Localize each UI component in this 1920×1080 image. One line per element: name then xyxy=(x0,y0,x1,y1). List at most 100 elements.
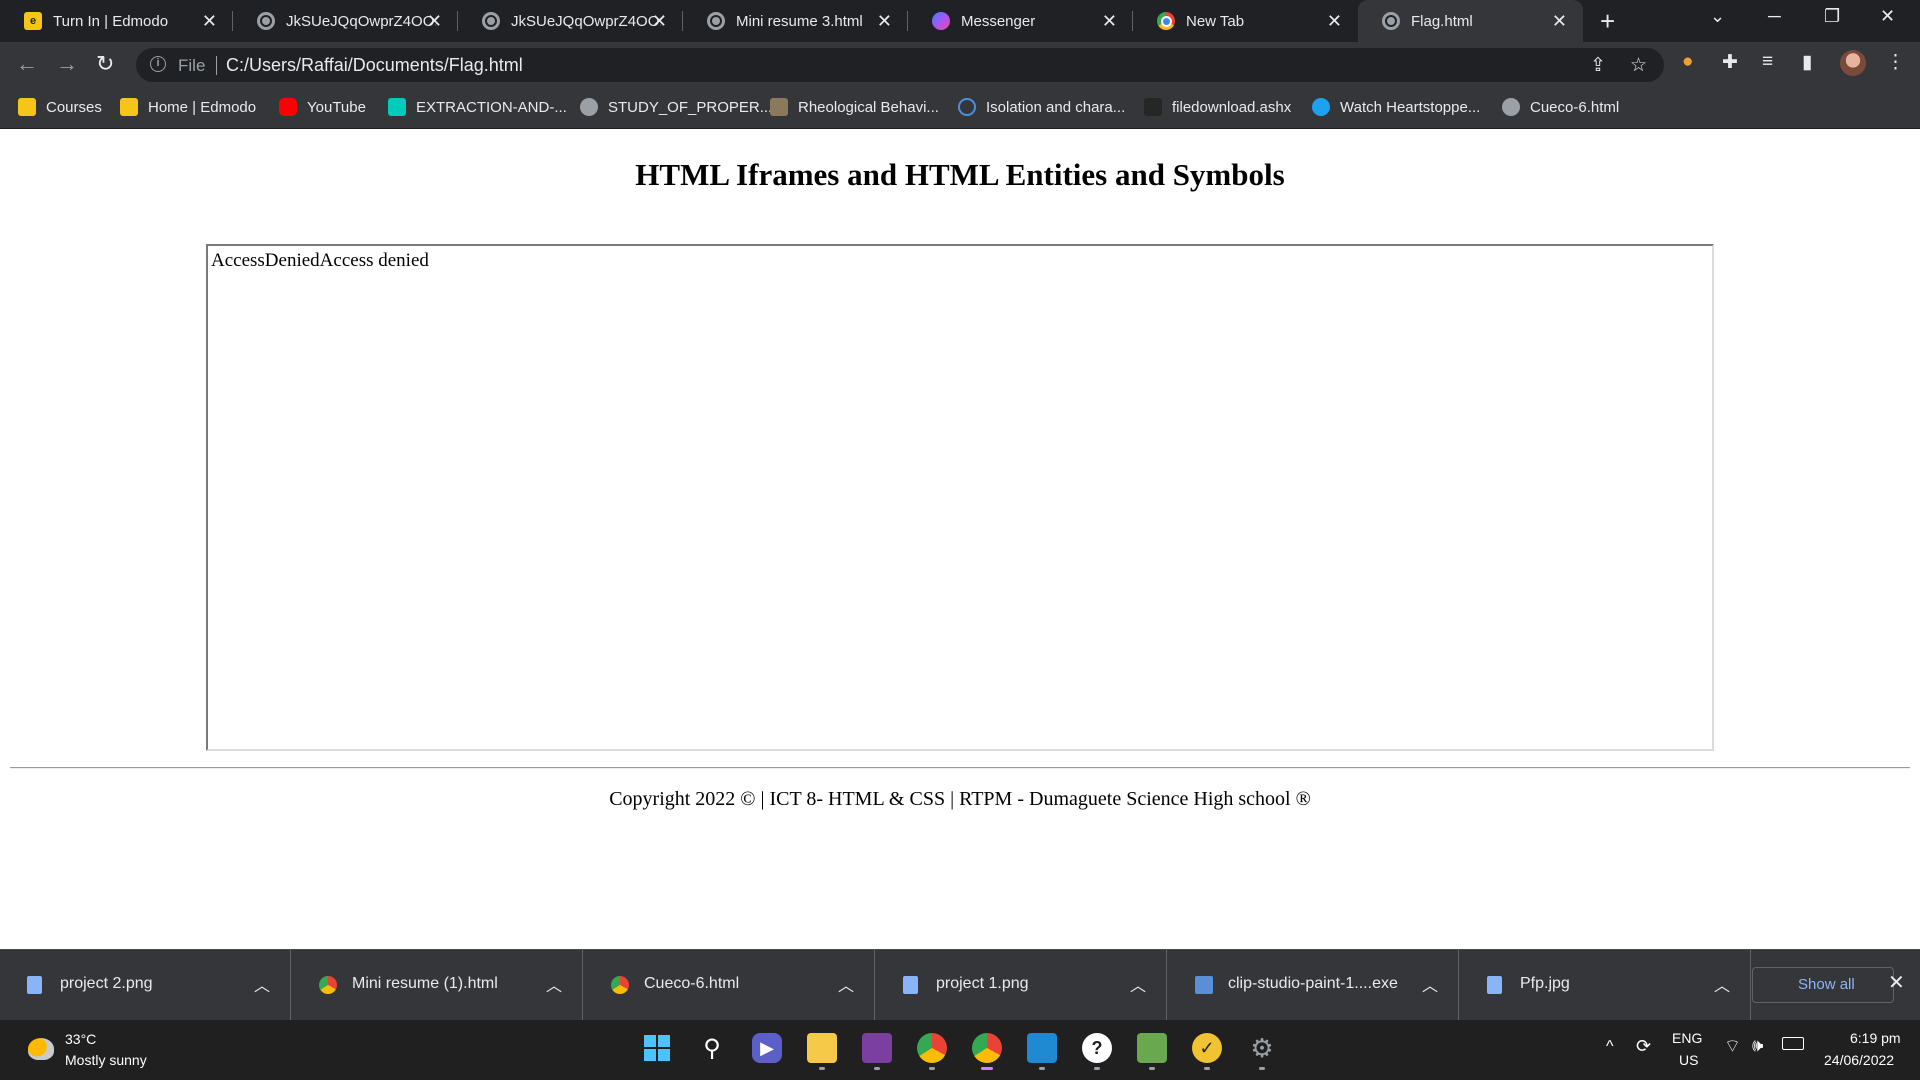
side-panel-icon[interactable]: ▮ xyxy=(1802,51,1812,74)
bookmark-rheological[interactable]: Rheological Behavi... xyxy=(770,98,939,116)
restore-button[interactable]: ❐ xyxy=(1824,6,1840,27)
media-queue-icon[interactable]: ≡ xyxy=(1762,51,1773,73)
tab-title: JkSUeJQqOwprZ4OO... xyxy=(286,12,436,30)
reload-button[interactable]: ↻ xyxy=(96,51,114,77)
download-item[interactable]: clip-studio-paint-1....exe ︿ xyxy=(1168,950,1459,1021)
wifi-icon[interactable]: ⌔ xyxy=(1724,1035,1741,1058)
chevron-up-icon[interactable]: ^ xyxy=(1606,1038,1614,1056)
volume-icon[interactable]: 🕪 xyxy=(1752,1035,1763,1056)
region-label[interactable]: US xyxy=(1679,1052,1698,1068)
minimize-button[interactable]: ─ xyxy=(1768,6,1781,27)
back-button[interactable]: ← xyxy=(16,51,38,77)
address-bar[interactable]: i File C:/Users/Raffai/Documents/Flag.ht… xyxy=(136,48,1664,82)
teams-chat-icon[interactable]: ▶ xyxy=(752,1033,782,1063)
embedded-iframe[interactable]: AccessDeniedAccess denied xyxy=(206,244,1714,751)
chrome-icon xyxy=(1157,12,1175,30)
clipchamp-icon[interactable] xyxy=(862,1033,892,1070)
running-indicator xyxy=(1094,1067,1100,1070)
globe-icon xyxy=(482,12,500,30)
weather-sun-icon[interactable] xyxy=(28,1038,54,1060)
tab-flag-active[interactable]: Flag.html ✕ xyxy=(1358,0,1583,42)
download-item[interactable]: Mini resume (1).html ︿ xyxy=(292,950,583,1021)
close-icon[interactable]: ✕ xyxy=(427,11,442,31)
chevron-up-icon[interactable]: ︿ xyxy=(254,972,270,996)
bookmark-courses[interactable]: Courses xyxy=(18,98,102,116)
running-indicator xyxy=(874,1067,880,1070)
sync-icon[interactable]: ⟳ xyxy=(1636,1036,1651,1057)
bookmark-label: STUDY_OF_PROPER... xyxy=(608,98,773,116)
chevron-up-icon[interactable]: ︿ xyxy=(1422,972,1438,996)
clock-time[interactable]: 6:19 pm xyxy=(1850,1030,1901,1046)
show-all-downloads-button[interactable]: Show all xyxy=(1752,967,1894,1003)
messenger-icon xyxy=(932,12,950,30)
clip-studio-icon[interactable]: ? xyxy=(1082,1033,1112,1070)
weather-description[interactable]: Mostly sunny xyxy=(65,1052,147,1068)
close-icon[interactable]: ✕ xyxy=(1327,11,1342,31)
clock-date[interactable]: 24/06/2022 xyxy=(1824,1052,1894,1068)
chrome-profile-icon[interactable] xyxy=(972,1033,1002,1070)
window-close-button[interactable]: ✕ xyxy=(1880,6,1895,27)
chevron-up-icon[interactable]: ︿ xyxy=(546,972,562,996)
bookmark-youtube[interactable]: YouTube xyxy=(279,98,366,116)
courses-icon xyxy=(18,98,36,116)
battery-icon[interactable] xyxy=(1782,1037,1804,1050)
new-tab-button[interactable]: + xyxy=(1600,8,1615,34)
close-icon[interactable]: ✕ xyxy=(1552,11,1567,31)
file-explorer-icon[interactable] xyxy=(807,1033,837,1070)
extension-avatar-icon[interactable]: ● xyxy=(1682,51,1693,73)
globe-icon xyxy=(257,12,275,30)
chevron-up-icon[interactable]: ︿ xyxy=(1130,972,1146,996)
menu-kebab-icon[interactable]: ⋮ xyxy=(1886,51,1905,74)
chevron-up-icon[interactable]: ︿ xyxy=(838,972,854,996)
bookmark-star-icon[interactable]: ☆ xyxy=(1630,54,1647,77)
close-icon[interactable]: ✕ xyxy=(1102,11,1117,31)
chevron-up-icon[interactable]: ︿ xyxy=(1714,972,1730,996)
close-icon[interactable]: ✕ xyxy=(877,11,892,31)
info-icon[interactable]: i xyxy=(150,56,166,72)
globe-icon xyxy=(707,12,725,30)
bookmark-extraction[interactable]: EXTRACTION-AND-... xyxy=(388,98,567,116)
forward-button[interactable]: → xyxy=(56,51,78,77)
weather-temperature[interactable]: 33°C xyxy=(65,1031,96,1047)
share-icon[interactable]: ⇪ xyxy=(1590,54,1606,77)
tab-new-tab[interactable]: New Tab ✕ xyxy=(1133,0,1358,42)
language-label[interactable]: ENG xyxy=(1672,1030,1702,1046)
page-heading: HTML Iframes and HTML Entities and Symbo… xyxy=(635,157,1285,192)
tab-title: Turn In | Edmodo xyxy=(53,12,169,30)
download-item[interactable]: project 2.png ︿ xyxy=(0,950,291,1021)
start-windows-icon[interactable] xyxy=(642,1033,672,1063)
close-icon[interactable]: ✕ xyxy=(652,11,667,31)
tab-messenger[interactable]: Messenger ✕ xyxy=(908,0,1133,42)
bookmark-home-edmodo[interactable]: Home | Edmodo xyxy=(120,98,256,116)
tab-edmodo[interactable]: e Turn In | Edmodo ✕ xyxy=(0,0,233,42)
tab-title: Flag.html xyxy=(1411,12,1473,30)
bookmark-cueco[interactable]: Cueco-6.html xyxy=(1502,98,1619,116)
settings-gear-icon[interactable]: ⚙ xyxy=(1247,1033,1277,1070)
profile-avatar[interactable] xyxy=(1840,50,1866,76)
bookmark-isolation[interactable]: Isolation and chara... xyxy=(958,98,1125,116)
extensions-puzzle-icon[interactable]: ✚ xyxy=(1722,51,1738,74)
tab-jksue-2[interactable]: JkSUeJQqOwprZ4OO... ✕ xyxy=(458,0,683,42)
vscode-icon[interactable] xyxy=(1027,1033,1057,1070)
download-item[interactable]: Pfp.jpg ︿ xyxy=(1460,950,1751,1021)
url-text[interactable]: C:/Users/Raffai/Documents/Flag.html xyxy=(226,55,523,76)
tab-search-chevron-icon[interactable]: ⌄ xyxy=(1710,6,1725,27)
download-name: project 2.png xyxy=(60,975,153,992)
bookmark-study-of-proper[interactable]: STUDY_OF_PROPER... xyxy=(580,98,772,116)
chrome-file-icon xyxy=(611,976,629,994)
tab-jksue-1[interactable]: JkSUeJQqOwprZ4OO... ✕ xyxy=(233,0,458,42)
checkmark-app-icon[interactable]: ✓ xyxy=(1192,1033,1222,1070)
bookmark-heartstopper[interactable]: Watch Heartstoppe... xyxy=(1312,98,1480,116)
bookmark-filedownload[interactable]: filedownload.ashx xyxy=(1144,98,1291,116)
download-item[interactable]: project 1.png ︿ xyxy=(876,950,1167,1021)
close-icon[interactable]: ✕ xyxy=(202,11,217,31)
tab-mini-resume[interactable]: Mini resume 3.html ✕ xyxy=(683,0,908,42)
close-download-shelf-icon[interactable]: ✕ xyxy=(1888,970,1905,995)
search-icon[interactable]: ⚲ xyxy=(697,1033,727,1063)
download-item[interactable]: Cueco-6.html ︿ xyxy=(584,950,875,1021)
bookmark-label: EXTRACTION-AND-... xyxy=(416,98,567,116)
document-icon xyxy=(770,98,788,116)
image-editor-icon[interactable] xyxy=(1137,1033,1167,1070)
download-name: Cueco-6.html xyxy=(644,975,740,992)
chrome-icon[interactable] xyxy=(917,1033,947,1070)
